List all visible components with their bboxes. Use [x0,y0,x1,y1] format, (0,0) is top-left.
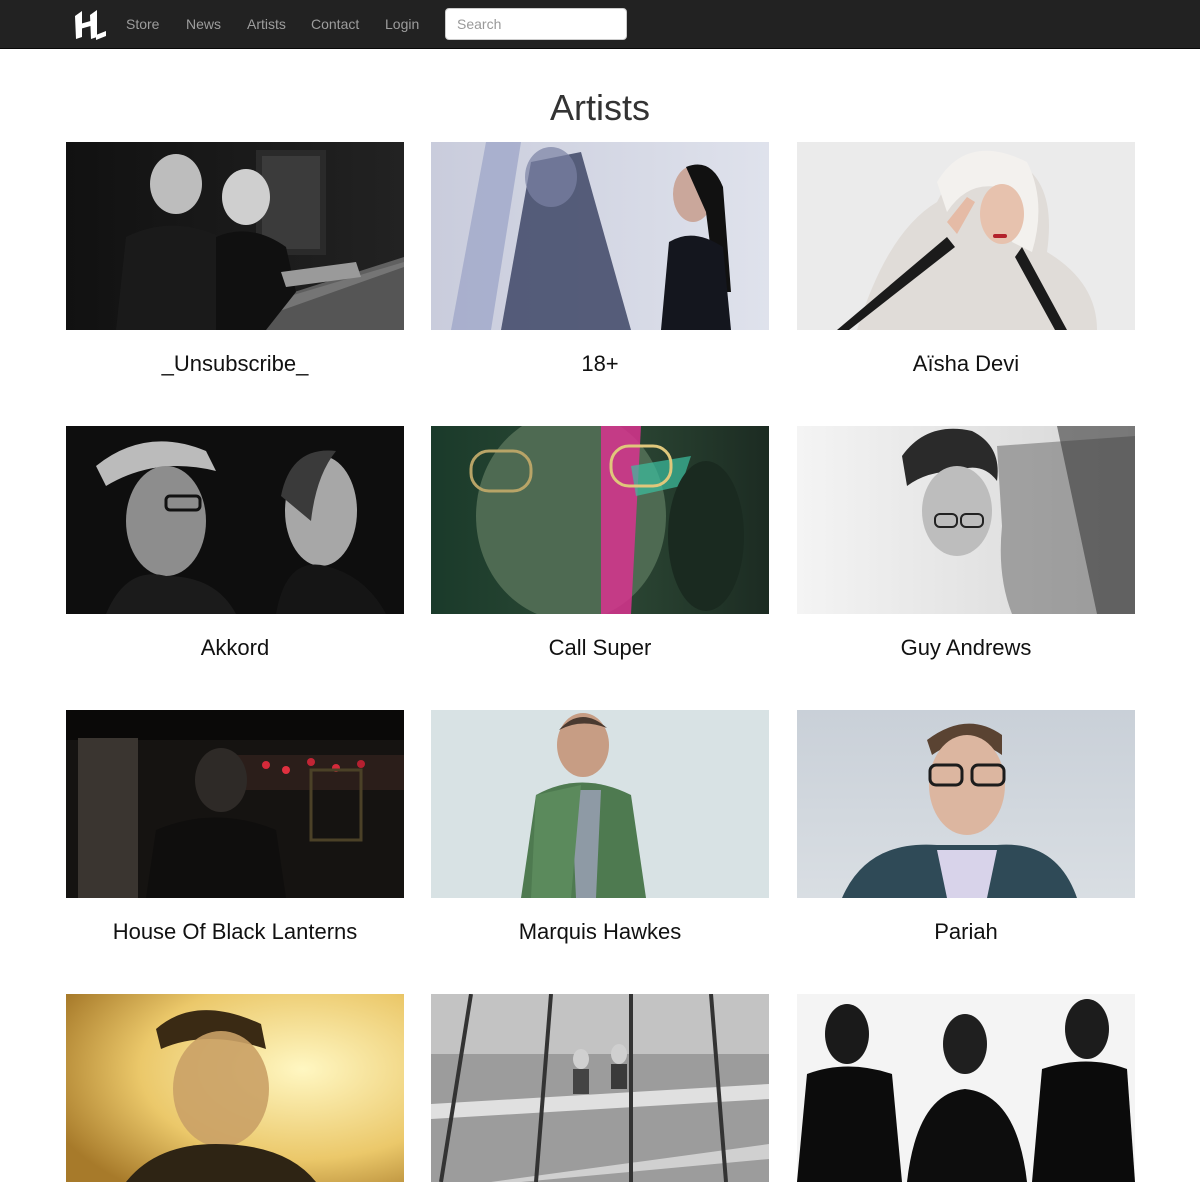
artist-photo[interactable] [431,142,769,330]
glasses-portrait-photo-icon [797,710,1135,898]
artist-name[interactable]: Akkord [66,634,404,662]
bw-duo-photo-icon [66,426,404,614]
artist-name[interactable]: Pariah [797,918,1135,946]
green-jacket-photo-icon [431,710,769,898]
dark-room-photo-icon [66,710,404,898]
nav-artists-link[interactable]: Artists [247,0,286,49]
studio-photo-icon [66,142,404,330]
artist-photo[interactable] [431,710,769,898]
nav-login-link[interactable]: Login [385,0,419,49]
artist-photo[interactable] [431,994,769,1182]
artist-photo[interactable] [797,710,1135,898]
artist-photo[interactable] [431,426,769,614]
trio-photo-icon [797,994,1135,1182]
artist-photo[interactable] [797,426,1135,614]
duo-photo-icon [431,142,769,330]
search-input[interactable] [445,8,627,40]
top-navbar: Store News Artists Contact Login [0,0,1200,49]
artist-name[interactable]: House Of Black Lanterns [66,918,404,946]
bw-exposure-photo-icon [797,426,1135,614]
nav-contact-link[interactable]: Contact [311,0,359,49]
nav-store-link[interactable]: Store [126,0,159,49]
yellow-portrait-photo-icon [66,994,404,1182]
stairwell-photo-icon [431,994,769,1182]
artist-photo[interactable] [66,994,404,1182]
artist-photo[interactable] [797,994,1135,1182]
artist-name[interactable]: Marquis Hawkes [431,918,769,946]
artist-name[interactable]: 18+ [431,350,769,378]
page-title: Artists [549,87,650,128]
artist-photo[interactable] [797,142,1135,330]
label-logo-icon[interactable] [72,7,108,43]
portrait-photo-icon [797,142,1135,330]
artist-name[interactable]: Call Super [431,634,769,662]
artist-name[interactable]: Aïsha Devi [797,350,1135,378]
artist-name[interactable]: Guy Andrews [797,634,1135,662]
artist-photo[interactable] [66,426,404,614]
nav-news-link[interactable]: News [186,0,221,49]
artist-name[interactable]: _Unsubscribe_ [66,350,404,378]
artist-photo[interactable] [66,142,404,330]
neon-portrait-photo-icon [431,426,769,614]
artist-photo[interactable] [66,710,404,898]
